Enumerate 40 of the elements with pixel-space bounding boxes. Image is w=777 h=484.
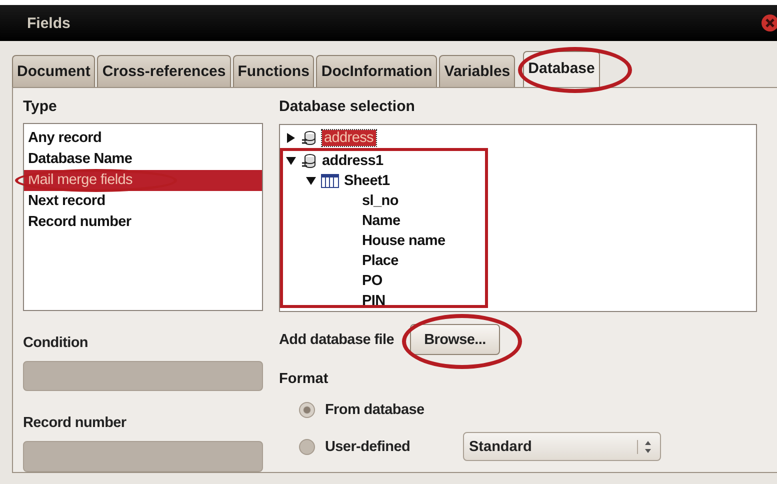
record-number-label: Record number (23, 415, 128, 432)
format-label: Format (279, 371, 330, 389)
expander-icon[interactable] (286, 133, 296, 143)
database-icon (301, 153, 317, 169)
tree-item[interactable]: sl_no (362, 193, 398, 209)
tab[interactable]: Functions (232, 55, 314, 87)
tab[interactable]: Variables (439, 55, 516, 87)
tab[interactable]: Cross-references (97, 55, 231, 87)
expander-icon[interactable] (306, 176, 316, 186)
tab[interactable]: Database (523, 51, 600, 87)
tree-item[interactable]: address1 (322, 153, 384, 169)
table-icon (321, 174, 339, 188)
window-title: Fields (27, 14, 70, 32)
tab[interactable]: Document (12, 55, 96, 87)
condition-label: Condition (23, 334, 89, 351)
type-item[interactable]: Record number (24, 212, 262, 234)
database-icon (301, 130, 317, 146)
tree-item[interactable]: address (322, 130, 376, 146)
tab[interactable]: DocInformation (316, 55, 438, 87)
radio-label[interactable]: From database (325, 402, 451, 418)
spinner-icon (637, 440, 652, 454)
tree-item[interactable]: PO (362, 273, 382, 289)
radio-button[interactable] (299, 402, 315, 418)
browse-button[interactable]: Browse... (410, 324, 500, 355)
add-database-file-label: Add database file (279, 332, 394, 348)
tree-item[interactable]: Name (362, 213, 400, 229)
tree-item[interactable]: Sheet1 (344, 173, 390, 189)
database-selection-label: Database selection (279, 98, 416, 117)
type-item[interactable]: Next record (24, 191, 262, 212)
format-dropdown[interactable]: Standard (463, 432, 661, 461)
type-item[interactable]: Any record (24, 128, 262, 150)
close-icon[interactable] (761, 14, 777, 32)
expander-icon[interactable] (286, 156, 296, 166)
radio-label[interactable]: User-defined (325, 438, 451, 454)
radio-button[interactable] (299, 438, 315, 454)
tree-item[interactable]: House name (362, 233, 446, 249)
type-item[interactable]: Database Name (24, 149, 262, 170)
tree-item[interactable]: Place (362, 253, 398, 269)
tree-item[interactable]: PIN (362, 293, 386, 305)
type-label: Type (23, 98, 58, 117)
